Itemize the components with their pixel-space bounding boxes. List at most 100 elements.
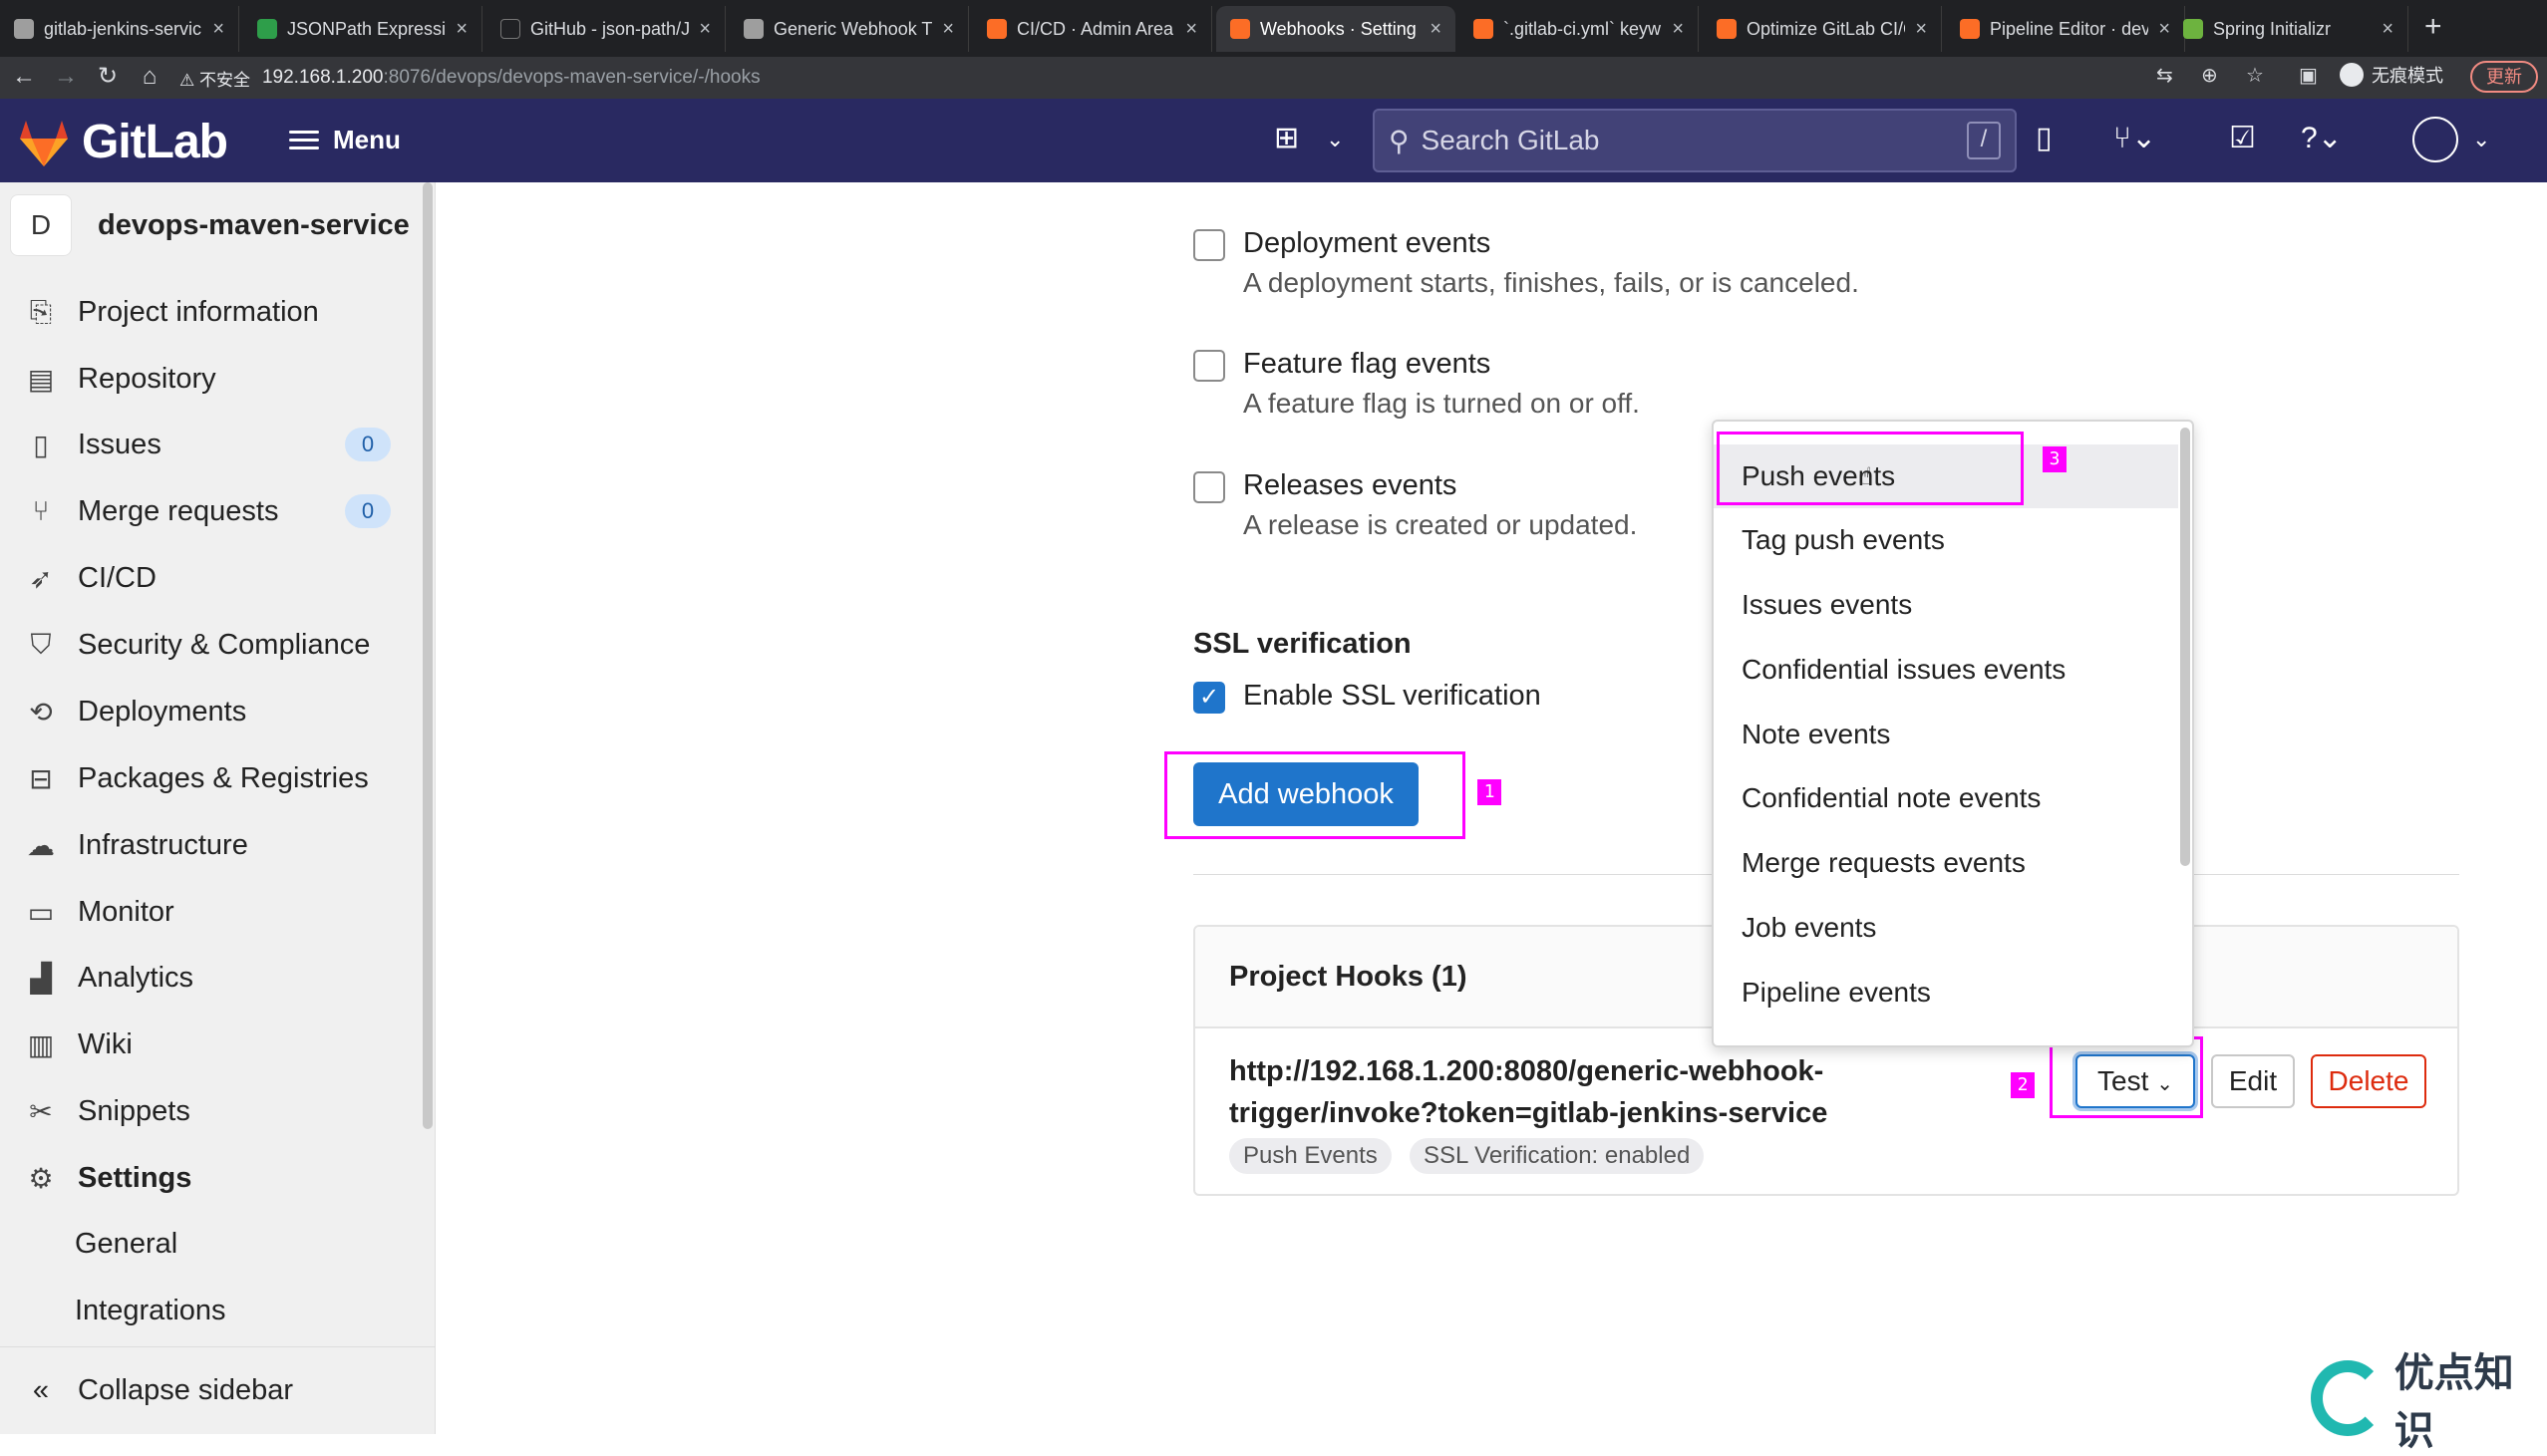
sidebar-item-wiki[interactable]: ▥ Wiki	[22, 1019, 411, 1069]
dropdown-item-wiki-page-events[interactable]: Wiki page events	[1714, 1024, 2178, 1045]
tanuki-icon	[20, 120, 68, 166]
deployments-icon: ⟲	[29, 696, 53, 728]
tab-close-icon[interactable]: ×	[2382, 18, 2393, 41]
browser-tab[interactable]: Pipeline Editor · dev ×	[1946, 6, 2185, 52]
gitlab-logo[interactable]: GitLab	[16, 115, 228, 169]
tab-close-icon[interactable]: ×	[1672, 18, 1684, 41]
avatar-chevron-down-icon[interactable]: ⌄	[2472, 127, 2490, 152]
dropdown-scrollbar[interactable]	[2180, 428, 2190, 866]
tab-close-icon[interactable]: ×	[942, 18, 954, 41]
url-text[interactable]: 192.168.1.200:8076/devops/devops-maven-s…	[262, 67, 761, 89]
tab-close-icon[interactable]: ×	[1430, 18, 1441, 41]
collapse-sidebar-button[interactable]: « Collapse sidebar	[22, 1374, 293, 1407]
sidebar-item-analytics[interactable]: ▟ Analytics	[22, 953, 411, 1003]
url-host: 192.168.1.200	[261, 67, 384, 88]
sidebar-item-cicd[interactable]: ➶ CI/CD	[22, 553, 411, 603]
sidebar-item-settings[interactable]: ⚙ Settings	[22, 1153, 411, 1203]
browser-tab[interactable]: GitHub - json-path/J ×	[486, 6, 726, 52]
browser-tab-strip: gitlab-jenkins-servic × JSONPath Expressi…	[0, 0, 2547, 57]
browser-tab[interactable]: Spring Initializr ×	[2169, 6, 2408, 52]
tab-title: Optimize GitLab CI/C	[1747, 18, 1906, 39]
dropdown-item-job-events[interactable]: Job events	[1714, 896, 2178, 960]
not-secure-icon[interactable]: ⚠ 不安全	[179, 66, 250, 91]
dropdown-item-note-events[interactable]: Note events	[1714, 703, 2178, 766]
zoom-icon[interactable]: ⊕	[2201, 63, 2218, 88]
sidebar-item-repository[interactable]: ▤ Repository	[22, 354, 411, 404]
user-avatar[interactable]	[2412, 117, 2458, 162]
trigger-label: Feature flag events	[1243, 348, 1491, 380]
sidebar-item-snippets[interactable]: ✂ Snippets	[22, 1086, 411, 1136]
sidebar-item-monitor[interactable]: ▭ Monitor	[22, 887, 411, 937]
back-icon[interactable]: ←	[8, 61, 40, 93]
sidebar-subitem-integrations[interactable]: Integrations	[75, 1295, 226, 1327]
document-icon: ⎘	[29, 295, 53, 327]
tab-title: gitlab-jenkins-servic	[44, 18, 202, 39]
tab-close-icon[interactable]: ×	[1185, 18, 1197, 41]
tab-title: Webhooks · Setting	[1260, 18, 1417, 39]
translate-icon[interactable]: ⇆	[2156, 63, 2173, 88]
address-bar[interactable]: ⚠ 不安全 192.168.1.200:8076/devops/devops-m…	[179, 60, 2073, 96]
sidebar-item-security[interactable]: ⛉ Security & Compliance	[22, 620, 411, 670]
forward-icon[interactable]: →	[50, 61, 82, 93]
dropdown-item-confidential-issues-events[interactable]: Confidential issues events	[1714, 638, 2178, 702]
update-button[interactable]: 更新	[2470, 61, 2538, 93]
merge-request-icon: ⑂	[32, 495, 50, 526]
sidebar-item-deployments[interactable]: ⟲ Deployments	[22, 687, 411, 736]
create-new-icon[interactable]: ⊞	[1274, 121, 1299, 155]
sidebar-item-packages[interactable]: ⊟ Packages & Registries	[22, 753, 411, 803]
sidebar-item-label: Monitor	[78, 895, 174, 928]
sidebar-item-issues[interactable]: ▯ Issues 0	[22, 420, 411, 469]
cloud-gear-icon: ☁	[27, 829, 55, 861]
bookmark-star-icon[interactable]: ☆	[2246, 63, 2264, 88]
ssl-verification-checkbox[interactable]: ✓	[1193, 682, 1225, 714]
sidebar-item-label: Snippets	[78, 1094, 190, 1127]
dropdown-item-tag-push-events[interactable]: Tag push events	[1714, 508, 2178, 572]
browser-tab[interactable]: CI/CD · Admin Area ×	[973, 6, 1212, 52]
tab-close-icon[interactable]: ×	[1915, 18, 1927, 41]
browser-tab[interactable]: Optimize GitLab CI/C ×	[1703, 6, 1942, 52]
sidebar-item-label: Settings	[78, 1161, 192, 1194]
browser-tab[interactable]: JSONPath Expressio ×	[243, 6, 482, 52]
merge-requests-icon[interactable]: ⑂⌄	[2113, 121, 2156, 155]
ssl-verification-label: Enable SSL verification	[1243, 680, 1541, 712]
incognito-indicator[interactable]: 无痕模式	[2340, 62, 2443, 88]
project-header[interactable]: D devops-maven-service	[10, 194, 410, 256]
feature-flag-events-checkbox[interactable]	[1193, 350, 1225, 382]
hook-ssl-badge: SSL Verification: enabled	[1410, 1138, 1705, 1174]
dropdown-item-confidential-note-events[interactable]: Confidential note events	[1714, 766, 2178, 830]
sidebar-item-infrastructure[interactable]: ☁ Infrastructure	[22, 820, 411, 870]
new-tab-icon[interactable]: +	[2424, 10, 2442, 44]
project-avatar: D	[10, 194, 72, 256]
browser-tab[interactable]: Generic Webhook Tr ×	[730, 6, 969, 52]
delete-hook-button[interactable]: Delete	[2311, 1054, 2426, 1108]
menu-button[interactable]: Menu	[289, 125, 401, 155]
tab-favicon-icon	[500, 19, 520, 39]
dropdown-item-issues-events[interactable]: Issues events	[1714, 573, 2178, 637]
sidebar-scrollbar[interactable]	[423, 182, 433, 1129]
chevron-down-icon[interactable]: ⌄	[1326, 127, 1344, 152]
home-icon[interactable]: ⌂	[134, 61, 165, 93]
dropdown-item-pipeline-events[interactable]: Pipeline events	[1714, 961, 2178, 1024]
sidebar-item-project-information[interactable]: ⎘ Project information	[22, 287, 411, 337]
tab-favicon-icon	[1717, 19, 1737, 39]
issues-icon[interactable]: ▯	[2036, 121, 2053, 155]
dropdown-item-merge-requests-events[interactable]: Merge requests events	[1714, 831, 2178, 895]
sidebar-subitem-general[interactable]: General	[75, 1228, 177, 1261]
side-panel-icon[interactable]: ▣	[2299, 63, 2318, 88]
reload-icon[interactable]: ↻	[92, 61, 124, 93]
tab-close-icon[interactable]: ×	[699, 18, 711, 41]
browser-tab[interactable]: `.gitlab-ci.yml` keyw ×	[1459, 6, 1699, 52]
project-name: devops-maven-service	[98, 208, 410, 241]
edit-hook-button[interactable]: Edit	[2211, 1054, 2295, 1108]
browser-tab-active[interactable]: Webhooks · Setting ×	[1216, 6, 1455, 52]
search-input[interactable]: ⚲ Search GitLab /	[1373, 109, 2017, 172]
releases-events-checkbox[interactable]	[1193, 471, 1225, 503]
sidebar-item-merge-requests[interactable]: ⑂ Merge requests 0	[22, 486, 411, 536]
tab-close-icon[interactable]: ×	[212, 18, 224, 41]
sidebar-item-label: Deployments	[78, 695, 247, 728]
tab-close-icon[interactable]: ×	[456, 18, 468, 41]
todos-icon[interactable]: ☑	[2229, 121, 2256, 155]
browser-tab[interactable]: gitlab-jenkins-servic ×	[0, 6, 239, 52]
deployment-events-checkbox[interactable]	[1193, 229, 1225, 261]
help-icon[interactable]: ?⌄	[2301, 121, 2343, 155]
